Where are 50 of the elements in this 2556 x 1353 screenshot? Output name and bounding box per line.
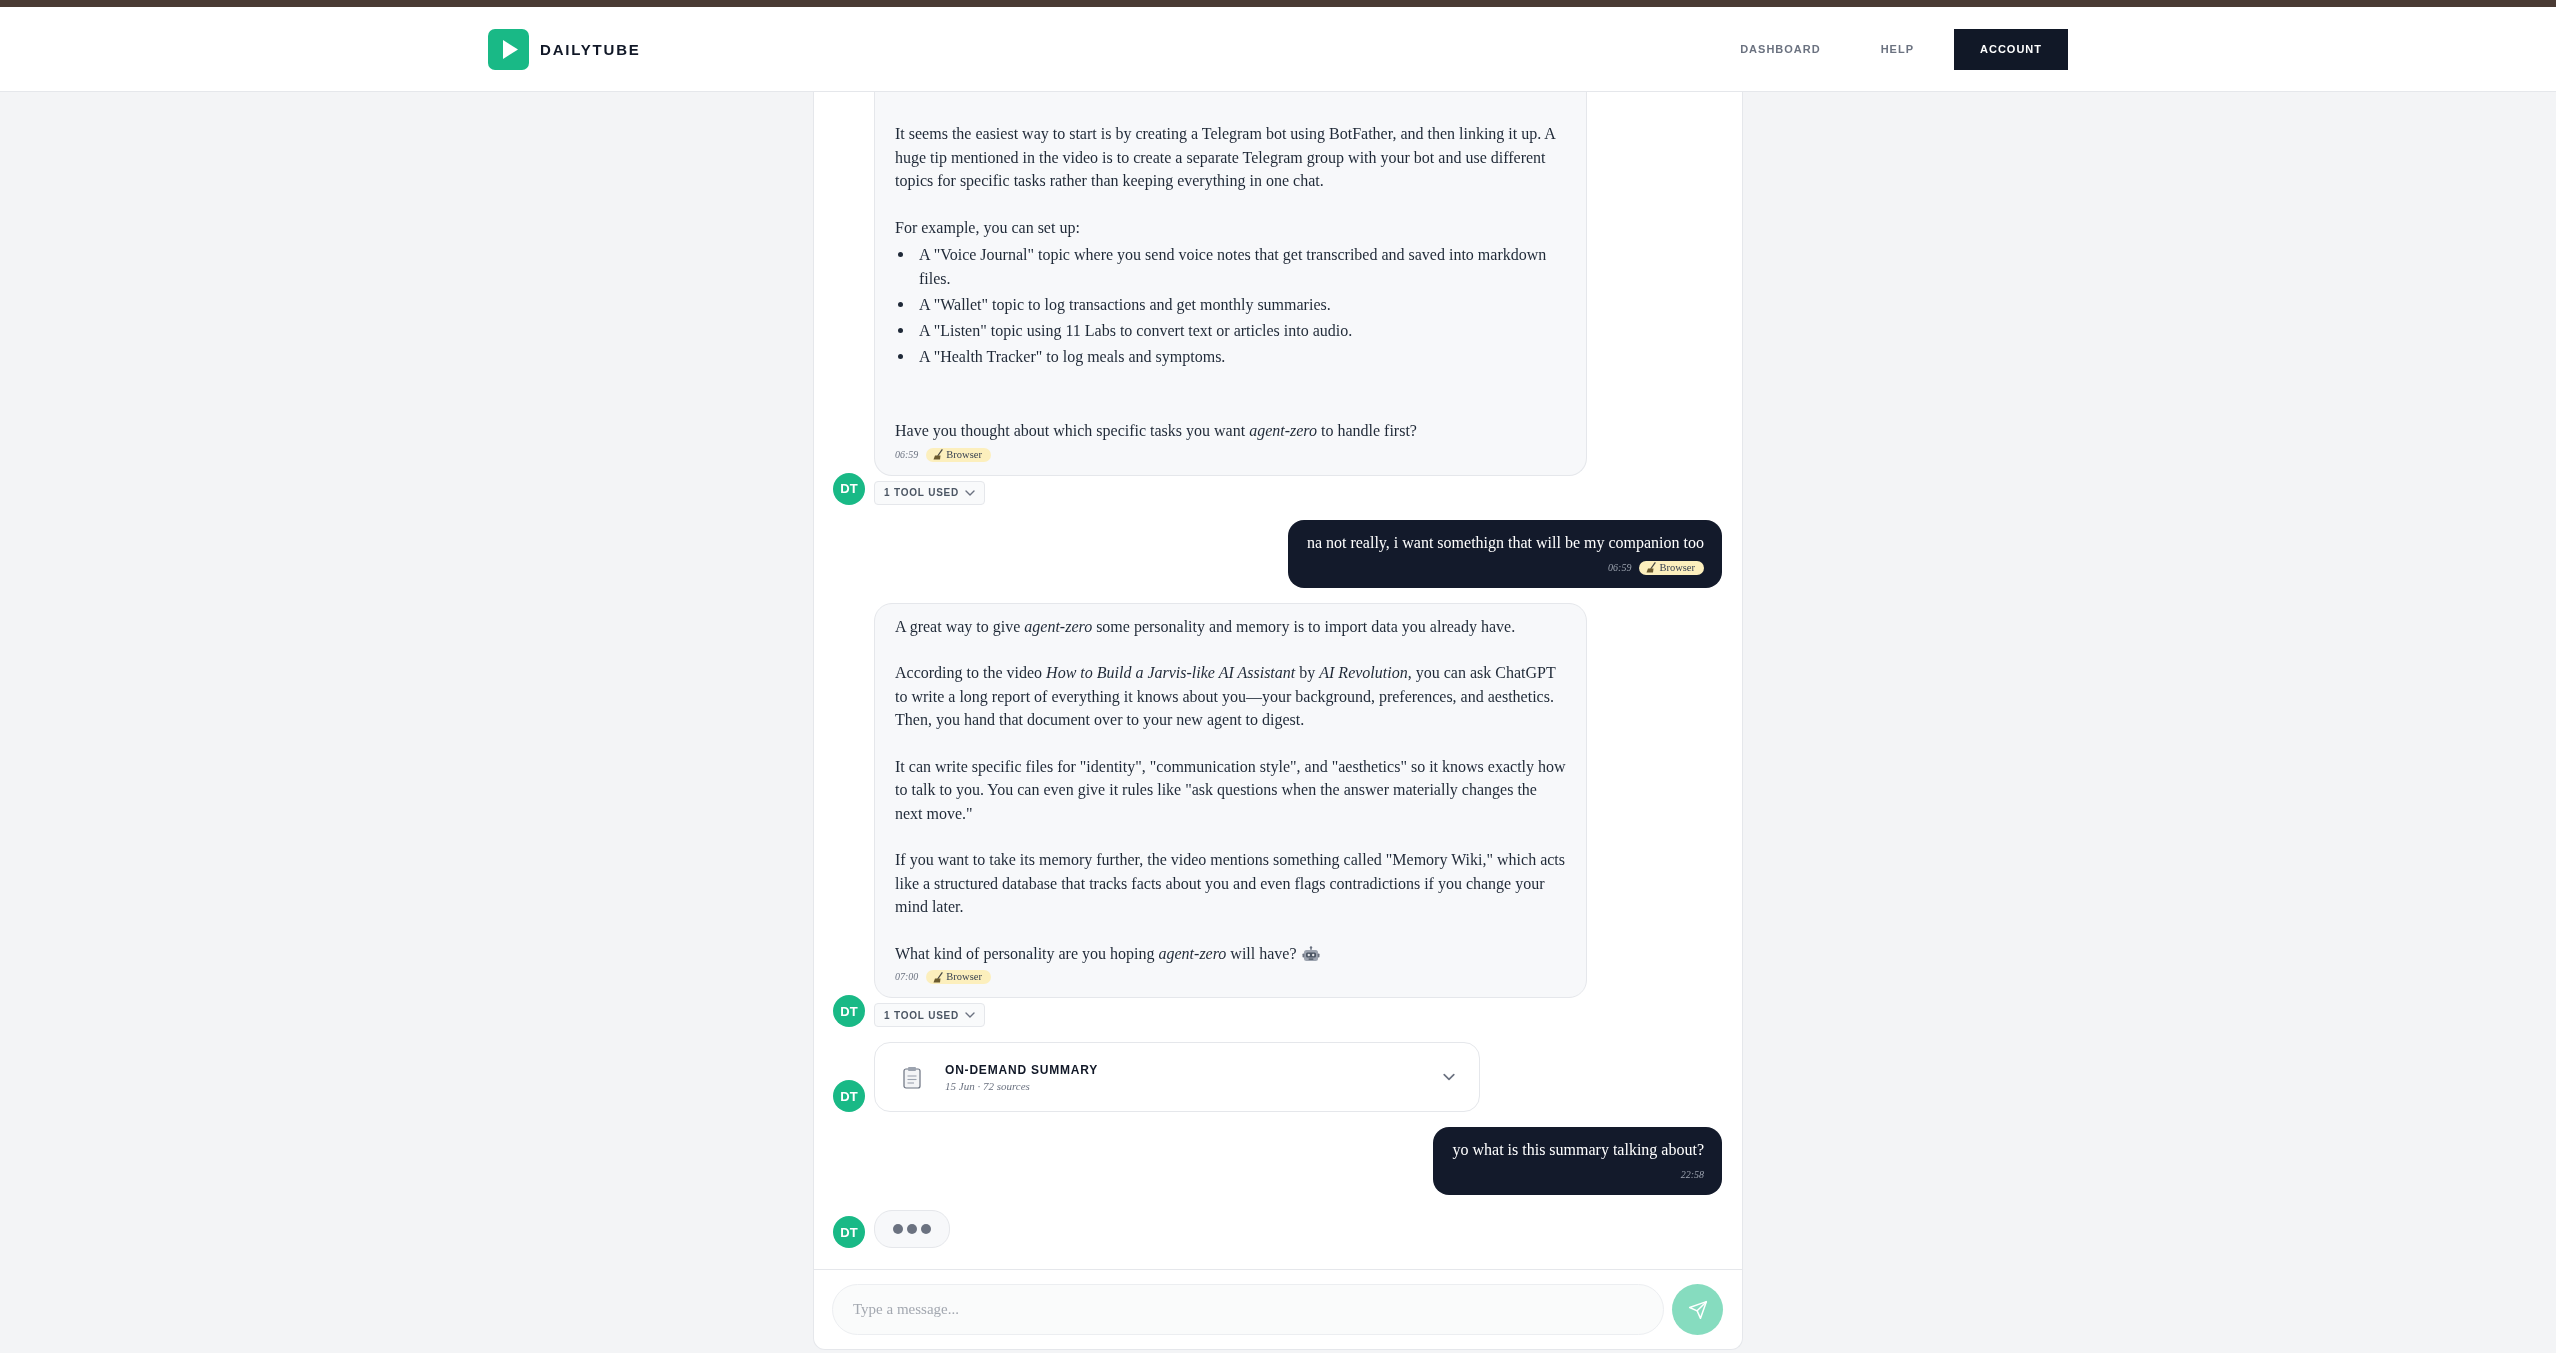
tool-name: Browser <box>1659 560 1695 575</box>
account-button[interactable]: ACCOUNT <box>1954 28 2068 70</box>
tool-name: Browser <box>946 447 982 462</box>
chevron-down-icon <box>965 1012 976 1018</box>
nav-link[interactable]: DASHBOARD <box>1720 33 1841 65</box>
chevron-down-icon <box>1443 1073 1455 1081</box>
bullet-icon <box>898 252 903 257</box>
broom-icon <box>933 449 944 460</box>
broom-icon <box>1646 562 1657 573</box>
message-text: It can write specific files for "identity", "communication style", and "aesthetics" so it knows exactly how to talk to you. You can even give it rules like "ask questions when the answer materially changes the next move." <box>895 756 1566 824</box>
message-time: 06:59 <box>1608 560 1632 575</box>
brand-name: DAILYTUBE <box>540 40 641 58</box>
play-logo-icon <box>488 28 529 70</box>
chevron-down-icon <box>965 489 976 496</box>
message-text: yo what is this summary talking about? <box>1452 1140 1704 1161</box>
message-time: 06:59 <box>895 447 919 462</box>
message-text: For example, you can set up: <box>895 217 1081 239</box>
message-text: na not really, i want somethign that will be my companion too <box>1306 532 1704 554</box>
list-item-text: A "Voice Journal" topic where you send voice notes that get transcribed and saved into markdown files. <box>919 245 1548 289</box>
message-text: If you want to take its memory further, the video mentions something called "Memory Wiki," which acts like a structured database that tracks facts about you and even flags contradictions if you change your mind later. <box>895 850 1566 917</box>
send-icon <box>1687 1299 1708 1320</box>
message-text: A great way to give agent-zero some personality and memory is to import data you already have. <box>895 616 1517 638</box>
summary-meta: 15 Jun · 72 sources <box>945 1079 1031 1092</box>
list-item-text: A "Health Tracker" to log meals and symptoms. <box>919 346 1226 368</box>
message-time: 22:58 <box>1680 1168 1704 1182</box>
summary-card[interactable]: ON-DEMAND SUMMARY 15 Jun · 72 sources <box>874 1042 1480 1112</box>
typing-dots-icon <box>893 1224 931 1234</box>
avatar: DT <box>833 1216 865 1248</box>
list-item-text: A "Wallet" topic to log transactions and get monthly summaries. <box>919 294 1331 316</box>
avatar: DT <box>833 1080 865 1112</box>
avatar: DT <box>833 995 865 1027</box>
avatar: DT <box>833 472 865 505</box>
nav-link[interactable]: HELP <box>1860 33 1934 65</box>
bullet-icon <box>898 353 903 359</box>
clipboard-icon <box>903 1065 921 1089</box>
message-text: It seems the easiest way to start is by creating a Telegram bot using BotFather, and then linking it up. A huge tip mentioned in the video is to create a separate Telegram group with your bot and use different topics for specific tasks rather than keeping everything in one chat. <box>895 124 1557 192</box>
summary-title: ON-DEMAND SUMMARY <box>945 1062 1100 1077</box>
message-input[interactable]: Type a message... <box>832 1284 1664 1335</box>
tools-used-toggle[interactable]: 1 TOOL USED <box>874 1003 986 1027</box>
message-time: 07:00 <box>895 970 919 984</box>
bullet-icon <box>898 301 903 307</box>
list-item-text: A "Listen" topic using 11 Labs to convert text or articles into audio. <box>919 320 1353 342</box>
robot-icon <box>1301 945 1320 962</box>
message-text: According to the video How to Build a Jarvis-like AI Assistant by AI Revolution, you can ask ChatGPT to write a long report of everything it knows about you—your background, preferences, and aesthetics. Then, you hand that document over to your new agent to digest. <box>895 663 1557 731</box>
message-text: Have you thought about which specific tasks you want agent-zero to handle first? <box>895 421 1418 442</box>
broom-icon <box>933 971 944 983</box>
message-text: What kind of personality are you hoping agent-zero will have? <box>895 944 1297 962</box>
tool-name: Browser <box>946 970 982 984</box>
tools-used-toggle[interactable]: 1 TOOL USED <box>874 480 986 505</box>
bullet-icon <box>898 327 903 333</box>
